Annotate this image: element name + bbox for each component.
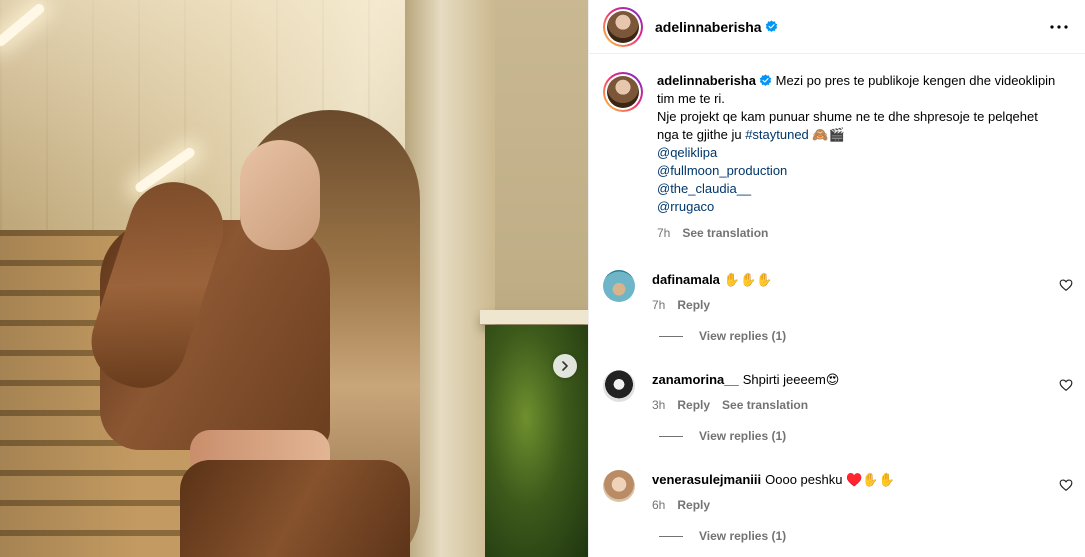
- reply-button[interactable]: Reply: [677, 298, 710, 312]
- verified-badge-icon: [765, 20, 777, 33]
- comment-text: Oooo peshku ♥️✋✋: [765, 472, 895, 487]
- chevron-right-icon: [562, 361, 568, 371]
- media-ledge: [480, 310, 588, 324]
- person-face: [240, 140, 320, 250]
- post-details-panel: adelinnaberisha adelinnaberisha Mezi po …: [588, 0, 1085, 557]
- view-replies-button[interactable]: View replies (1): [659, 529, 1073, 543]
- caption-username[interactable]: adelinnaberisha: [657, 73, 756, 88]
- caption-emojis: 🙈🎬: [812, 127, 845, 142]
- verified-badge-icon: [759, 74, 772, 87]
- post-header: adelinnaberisha: [589, 0, 1085, 54]
- avatar-image: [607, 10, 639, 43]
- post-media[interactable]: [0, 0, 588, 557]
- view-replies-button[interactable]: View replies (1): [659, 329, 1073, 343]
- comment-time[interactable]: 3h: [652, 398, 665, 412]
- avatar-image: [607, 76, 639, 108]
- mention-link[interactable]: @rrugaco: [657, 198, 1057, 216]
- comment-text: ✋✋✋: [723, 272, 773, 287]
- author-username[interactable]: adelinnaberisha: [655, 19, 762, 35]
- commenter-username[interactable]: dafinamala: [652, 272, 720, 287]
- media-person: [79, 100, 420, 557]
- mention-link[interactable]: @the_claudia__: [657, 180, 1057, 198]
- caption-line-2: Nje projekt qe kam punuar shume ne te dh…: [657, 109, 1038, 142]
- commenter-avatar[interactable]: [603, 270, 635, 302]
- view-replies-label: View replies (1): [699, 529, 787, 543]
- comment-item: zanamorina__ Shpirti jeeeem😍 3h Reply See…: [603, 370, 1073, 443]
- caption-avatar[interactable]: [603, 72, 643, 112]
- see-translation-button[interactable]: See translation: [722, 398, 808, 412]
- caption-meta: 7h See translation: [657, 224, 1057, 242]
- commenter-avatar[interactable]: [603, 470, 635, 502]
- next-image-button[interactable]: [553, 354, 577, 378]
- comment-meta: 3h Reply See translation: [652, 398, 1073, 412]
- mention-link[interactable]: @fullmoon_production: [657, 162, 1057, 180]
- comment-meta: 7h Reply: [652, 298, 1073, 312]
- author-avatar[interactable]: [603, 6, 643, 47]
- caption-text: adelinnaberisha Mezi po pres te publikoj…: [657, 72, 1057, 242]
- commenter-username[interactable]: venerasulejmaniii: [652, 472, 761, 487]
- replies-divider: [659, 535, 683, 537]
- comment-meta: 6h Reply: [652, 498, 1073, 512]
- caption-time[interactable]: 7h: [657, 224, 670, 242]
- commenter-avatar[interactable]: [603, 370, 635, 402]
- comment-item: venerasulejmaniii Oooo peshku ♥️✋✋ 6h Rep…: [603, 470, 1073, 543]
- see-translation-button[interactable]: See translation: [682, 224, 768, 242]
- like-heart-icon[interactable]: [1059, 278, 1073, 292]
- comment-item: dafinamala ✋✋✋ 7h Reply View replies (1): [603, 270, 1073, 343]
- view-replies-label: View replies (1): [699, 329, 787, 343]
- comment-time[interactable]: 6h: [652, 498, 665, 512]
- reply-button[interactable]: Reply: [677, 398, 710, 412]
- more-options-button[interactable]: [1047, 15, 1071, 39]
- like-heart-icon[interactable]: [1059, 378, 1073, 392]
- view-replies-button[interactable]: View replies (1): [659, 429, 1073, 443]
- post-caption: adelinnaberisha Mezi po pres te publikoj…: [589, 54, 1085, 242]
- replies-divider: [659, 335, 683, 337]
- more-horizontal-icon: [1050, 24, 1068, 29]
- view-replies-label: View replies (1): [699, 429, 787, 443]
- mention-link[interactable]: @qeliklipa: [657, 144, 1057, 162]
- comment-text: Shpirti jeeeem😍: [742, 372, 840, 387]
- commenter-username[interactable]: zanamorina__: [652, 372, 739, 387]
- hashtag-link[interactable]: #staytuned: [745, 127, 809, 142]
- reply-button[interactable]: Reply: [677, 498, 710, 512]
- replies-divider: [659, 435, 683, 437]
- person-skirt: [180, 460, 410, 557]
- comment-time[interactable]: 7h: [652, 298, 665, 312]
- like-heart-icon[interactable]: [1059, 478, 1073, 492]
